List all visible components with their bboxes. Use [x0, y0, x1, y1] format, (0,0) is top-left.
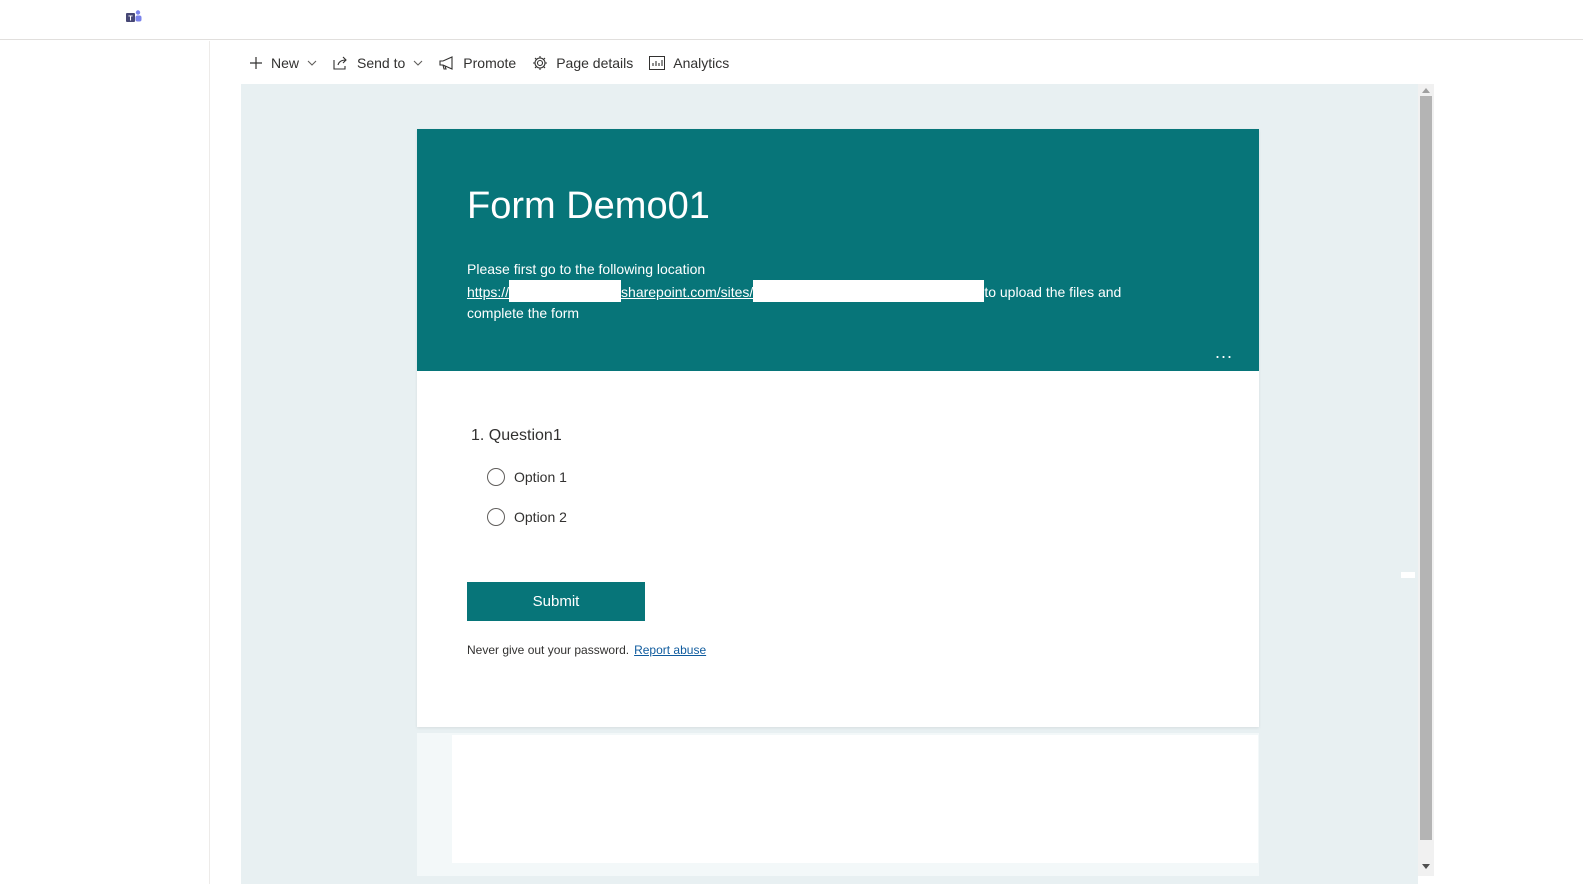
radio-button[interactable]	[487, 468, 505, 486]
send-to-label: Send to	[357, 54, 406, 71]
side-marker	[1401, 572, 1415, 578]
radio-button[interactable]	[487, 508, 505, 526]
send-to-button[interactable]: Send to	[325, 47, 431, 79]
submit-button[interactable]: Submit	[467, 582, 645, 621]
description-after-link: to upload the files and	[984, 284, 1122, 300]
page-details-label: Page details	[556, 54, 634, 71]
megaphone-icon	[439, 55, 453, 70]
form-footer: Never give out your password. Report abu…	[467, 643, 706, 657]
password-warning: Never give out your password.	[467, 643, 630, 657]
form-header: Form Demo01 Please first go to the follo…	[417, 129, 1259, 371]
promote-label: Promote	[463, 54, 517, 71]
chevron-down-icon	[413, 60, 423, 66]
plus-icon	[250, 56, 262, 69]
svg-text:T: T	[128, 16, 133, 23]
top-bar: T	[0, 0, 1583, 40]
redacted-block	[753, 280, 985, 302]
option-label: Option 1	[514, 469, 567, 485]
location-link-end[interactable]: sharepoint.com/sites/	[621, 284, 753, 300]
form-title: Form Demo01	[467, 185, 710, 227]
new-button[interactable]: New	[241, 47, 325, 79]
description-line-2: https:// sharepoint.com/sites/to upload t…	[467, 280, 1187, 303]
command-bar: New Send to Promote Page details Analyti…	[211, 41, 1583, 84]
question-title: 1. Question1	[471, 427, 562, 444]
analytics-label: Analytics	[673, 54, 730, 71]
scroll-up-icon[interactable]	[1418, 84, 1434, 96]
share-icon	[333, 56, 347, 70]
scrollbar-thumb[interactable]	[1420, 96, 1432, 840]
scroll-down-icon[interactable]	[1418, 860, 1434, 872]
form-description: Please first go to the following locatio…	[467, 259, 1187, 324]
option-1[interactable]: Option 1	[487, 468, 567, 486]
report-abuse-link[interactable]: Report abuse	[634, 643, 706, 657]
description-line-1: Please first go to the following locatio…	[467, 261, 706, 277]
gear-icon	[533, 55, 548, 70]
option-2[interactable]: Option 2	[487, 508, 567, 526]
analytics-icon	[649, 55, 666, 70]
new-label: New	[271, 54, 300, 71]
option-label: Option 2	[514, 509, 567, 525]
next-section-content	[452, 735, 1258, 863]
description-line-3: complete the form	[467, 305, 580, 321]
promote-button[interactable]: Promote	[431, 47, 524, 79]
more-options-button[interactable]: ...	[1215, 343, 1233, 361]
teams-icon[interactable]: T	[125, 9, 143, 25]
analytics-button[interactable]: Analytics	[641, 47, 737, 79]
location-link-start[interactable]: https://	[467, 284, 509, 300]
redacted-block	[509, 280, 622, 302]
chevron-down-icon	[307, 60, 317, 66]
page-details-button[interactable]: Page details	[524, 47, 641, 79]
form-card: Form Demo01 Please first go to the follo…	[417, 129, 1259, 727]
left-rail	[0, 41, 210, 884]
